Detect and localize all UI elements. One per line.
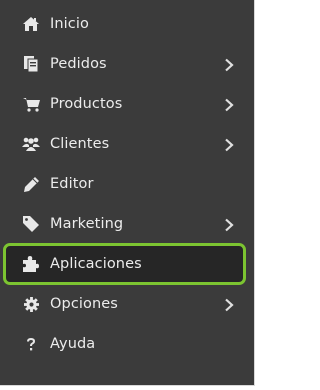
menu-item-productos[interactable]: Productos [6, 86, 245, 122]
orders-icon [22, 55, 40, 73]
menu-item-label: Marketing [50, 216, 124, 232]
sidebar-menu: Inicio Pedidos Productos Clientes Editor… [0, 0, 255, 386]
menu-item-pedidos[interactable]: Pedidos [6, 46, 245, 82]
menu-item-label: Aplicaciones [50, 256, 142, 272]
menu-item-editor[interactable]: Editor [6, 166, 245, 202]
chevron-right-icon [223, 217, 235, 232]
menu-item-label: Inicio [50, 16, 89, 32]
gear-icon [22, 295, 40, 313]
menu-item-label: Pedidos [50, 56, 107, 72]
menu-item-clientes[interactable]: Clientes [6, 126, 245, 162]
tag-icon [22, 215, 40, 233]
menu-item-ayuda[interactable]: Ayuda [6, 326, 245, 362]
menu-item-marketing[interactable]: Marketing [6, 206, 245, 242]
users-icon [22, 135, 40, 153]
home-icon [22, 15, 40, 33]
menu-item-label: Editor [50, 176, 94, 192]
menu-item-label: Ayuda [50, 336, 96, 352]
menu-item-label: Clientes [50, 136, 110, 152]
menu-item-inicio[interactable]: Inicio [6, 6, 245, 42]
cart-icon [22, 95, 40, 113]
menu-item-label: Productos [50, 96, 123, 112]
puzzle-icon [22, 255, 40, 273]
chevron-right-icon [223, 97, 235, 112]
question-icon [22, 335, 40, 353]
menu-item-aplicaciones[interactable]: Aplicaciones [3, 243, 246, 285]
menu-item-opciones[interactable]: Opciones [6, 286, 245, 322]
menu-item-label: Opciones [50, 296, 118, 312]
chevron-right-icon [223, 57, 235, 72]
chevron-right-icon [223, 137, 235, 152]
chevron-right-icon [223, 297, 235, 312]
pencil-icon [22, 175, 40, 193]
